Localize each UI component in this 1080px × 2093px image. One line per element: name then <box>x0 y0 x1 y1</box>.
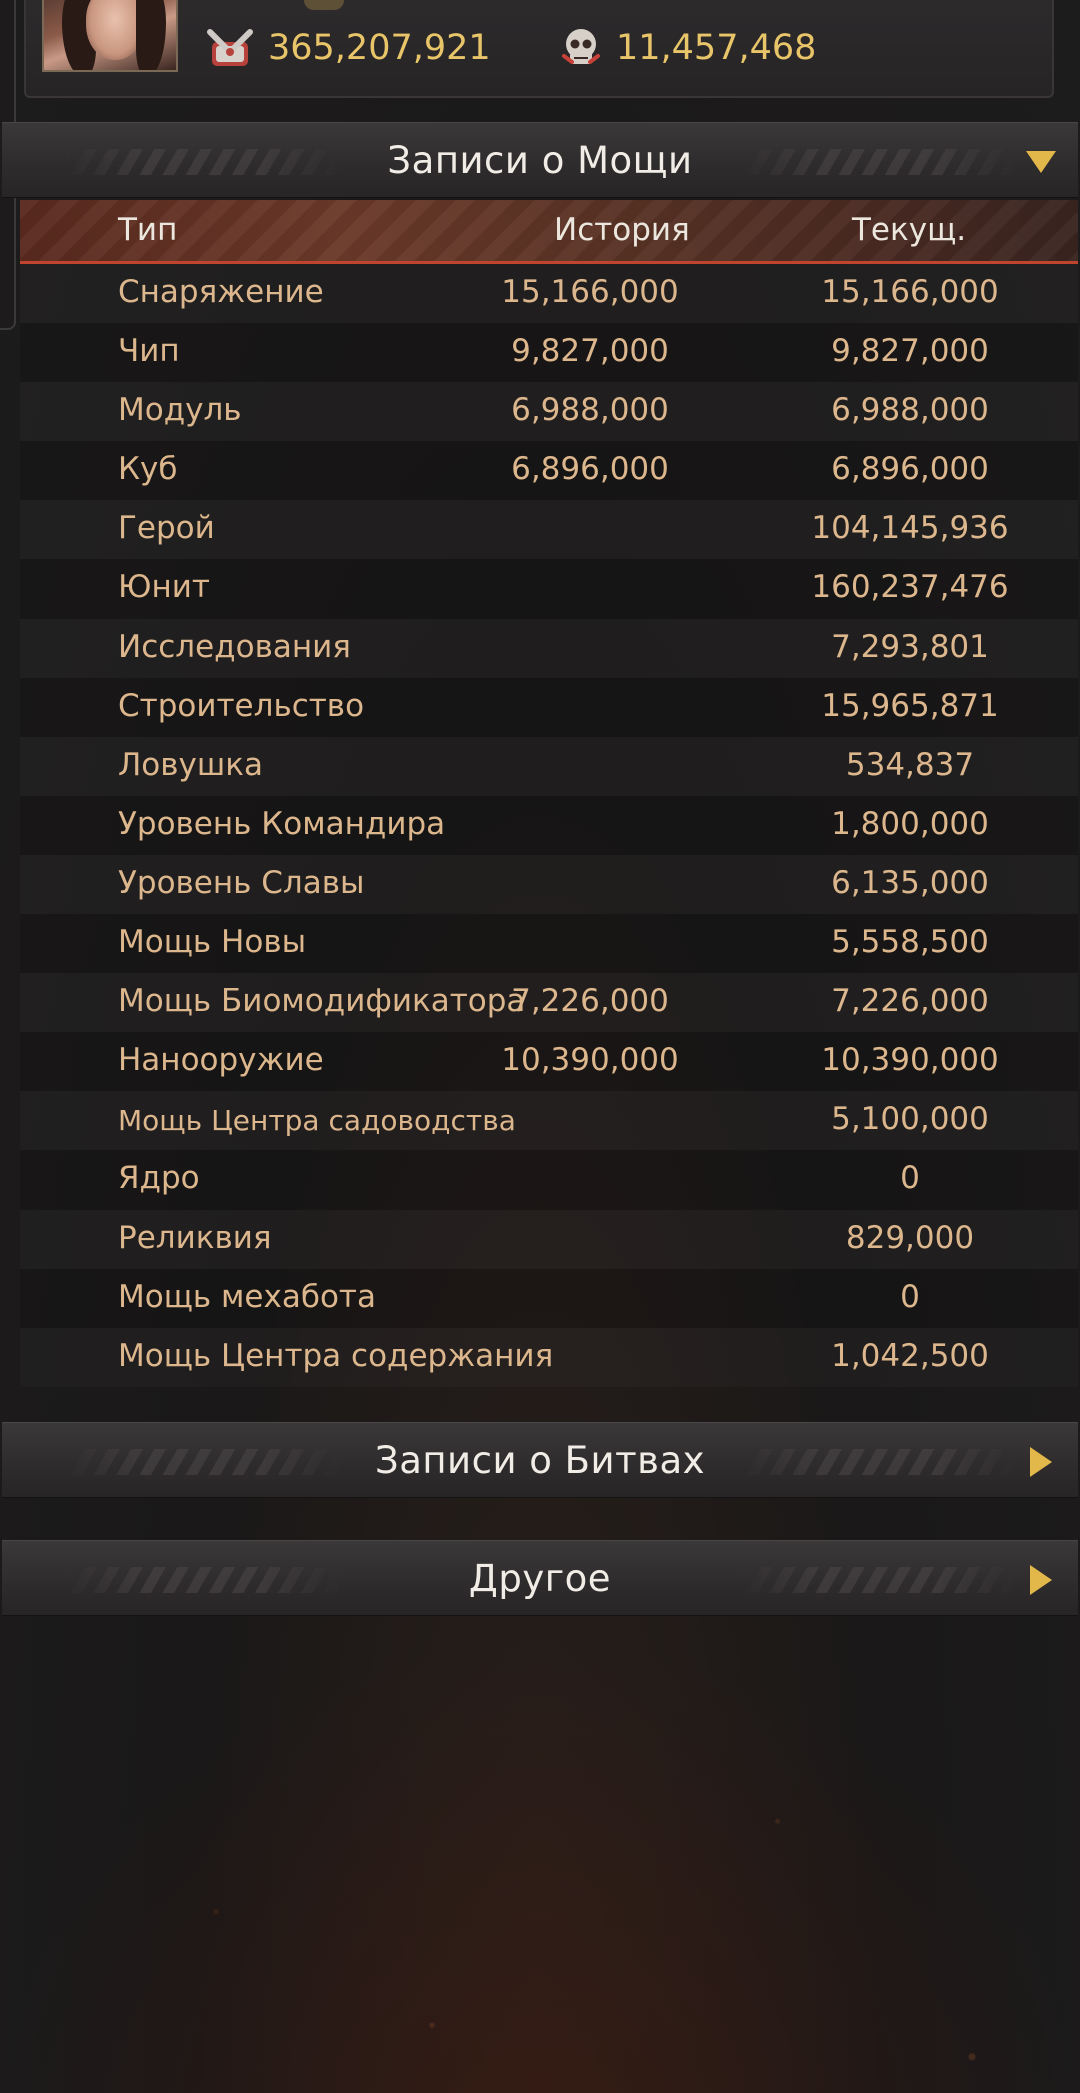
row-current: 10,390,000 <box>821 1042 999 1079</box>
row-type: Реликвия <box>118 1219 272 1256</box>
row-current: 15,166,000 <box>821 274 999 310</box>
ember-background <box>0 1640 1080 2093</box>
table-row: Ловушка 534,837 <box>20 737 1078 796</box>
row-current: 6,896,000 <box>831 451 989 488</box>
table-row: Реликвия 829,000 <box>20 1210 1078 1269</box>
power-value: 365,207,921 <box>268 28 491 68</box>
row-type: Уровень Командира <box>118 805 446 842</box>
row-type: Ядро <box>118 1160 200 1197</box>
row-current: 1,800,000 <box>831 805 989 842</box>
profile-card <box>24 0 1054 98</box>
table-row: Юнит 160,237,476 <box>20 559 1078 619</box>
row-current: 534,837 <box>845 746 975 783</box>
power-records-header[interactable]: Записи о Мощи <box>2 122 1078 198</box>
row-type: Модуль <box>118 392 242 429</box>
row-type: Мощь Центра садоводства <box>118 1104 516 1138</box>
row-history: 6,896,000 <box>511 451 669 488</box>
commander-avatar[interactable] <box>42 0 178 72</box>
row-type: Уровень Славы <box>118 864 365 901</box>
skull-kills-icon <box>560 26 602 70</box>
row-history: 7,226,000 <box>511 983 669 1020</box>
table-row: Куб 6,896,000 6,896,000 <box>20 441 1078 501</box>
battle-records-header[interactable]: Записи о Битвах <box>2 1422 1078 1498</box>
row-current: 104,145,936 <box>811 510 1009 547</box>
row-type: Герой <box>118 510 215 547</box>
table-row: Мощь Центра содержания 1,042,500 <box>20 1328 1078 1387</box>
table-row: Чип 9,827,000 9,827,000 <box>20 323 1078 383</box>
power-table-header: Тип История Текущ. <box>20 200 1078 264</box>
row-current: 0 <box>900 1278 920 1315</box>
row-type: Мощь мехабота <box>118 1278 376 1315</box>
other-title: Другое <box>468 1556 612 1600</box>
row-current: 829,000 <box>845 1219 975 1256</box>
row-type: Чип <box>118 333 180 370</box>
row-type: Мощь Новы <box>118 924 307 961</box>
table-row: Нанооружие 10,390,000 10,390,000 <box>20 1032 1078 1092</box>
row-current: 9,827,000 <box>831 333 989 370</box>
row-type: Строительство <box>118 687 365 724</box>
row-current: 5,558,500 <box>831 924 989 961</box>
row-history: 15,166,000 <box>501 274 679 310</box>
row-type: Мощь Центра содержания <box>118 1337 554 1374</box>
row-current: 6,135,000 <box>831 864 989 901</box>
power-records-title: Записи о Мощи <box>387 138 693 182</box>
row-type: Ловушка <box>118 746 263 783</box>
expand-arrow-icon <box>1030 1447 1052 1477</box>
row-current: 1,042,500 <box>831 1337 989 1374</box>
other-header[interactable]: Другое <box>2 1540 1078 1616</box>
table-row: Строительство 15,965,871 <box>20 677 1078 737</box>
table-row: Мощь Биомодификатора 7,226,000 7,226,000 <box>20 973 1078 1032</box>
table-row: Уровень Славы 6,135,000 <box>20 855 1078 914</box>
collapse-arrow-icon <box>1026 151 1056 173</box>
power-stat: 365,207,921 <box>206 26 491 70</box>
kills-stat: 11,457,468 <box>560 26 816 70</box>
table-row: Мощь мехабота 0 <box>20 1268 1078 1328</box>
row-current: 0 <box>900 1160 920 1197</box>
row-current: 160,237,476 <box>811 569 1009 606</box>
column-header-type: Тип <box>118 212 178 248</box>
power-fist-icon <box>206 26 254 70</box>
row-current: 15,965,871 <box>821 687 999 724</box>
row-type: Куб <box>118 451 178 488</box>
table-row: Герой 104,145,936 <box>20 500 1078 559</box>
row-history: 6,988,000 <box>511 392 669 429</box>
table-row: Уровень Командира 1,800,000 <box>20 795 1078 855</box>
row-current: 5,100,000 <box>831 1101 989 1138</box>
rank-emblem-icon <box>304 0 344 10</box>
row-type: Снаряжение <box>118 274 324 310</box>
table-row: Модуль 6,988,000 6,988,000 <box>20 382 1078 441</box>
table-row: Мощь Новы 5,558,500 <box>20 914 1078 974</box>
battle-records-title: Записи о Битвах <box>374 1438 706 1482</box>
column-header-history: История <box>554 212 690 248</box>
table-row: Мощь Центра садоводства 5,100,000 <box>20 1091 1078 1150</box>
kills-value: 11,457,468 <box>616 28 817 68</box>
row-current: 7,293,801 <box>831 628 989 665</box>
table-row: Снаряжение 15,166,000 15,166,000 <box>20 264 1078 323</box>
power-table-body: Снаряжение 15,166,000 15,166,000 Чип 9,827,… <box>20 264 1078 1387</box>
table-row: Ядро 0 <box>20 1150 1078 1210</box>
row-type: Нанооружие <box>118 1042 324 1079</box>
row-current: 7,226,000 <box>831 983 989 1020</box>
row-history: 10,390,000 <box>501 1042 679 1079</box>
expand-arrow-icon <box>1030 1565 1052 1595</box>
row-type: Юнит <box>118 569 210 606</box>
row-current: 6,988,000 <box>831 392 989 429</box>
column-header-current: Текущ. <box>852 212 967 248</box>
row-type: Исследования <box>118 628 351 665</box>
table-row: Исследования 7,293,801 <box>20 619 1078 678</box>
row-history: 9,827,000 <box>511 333 669 370</box>
